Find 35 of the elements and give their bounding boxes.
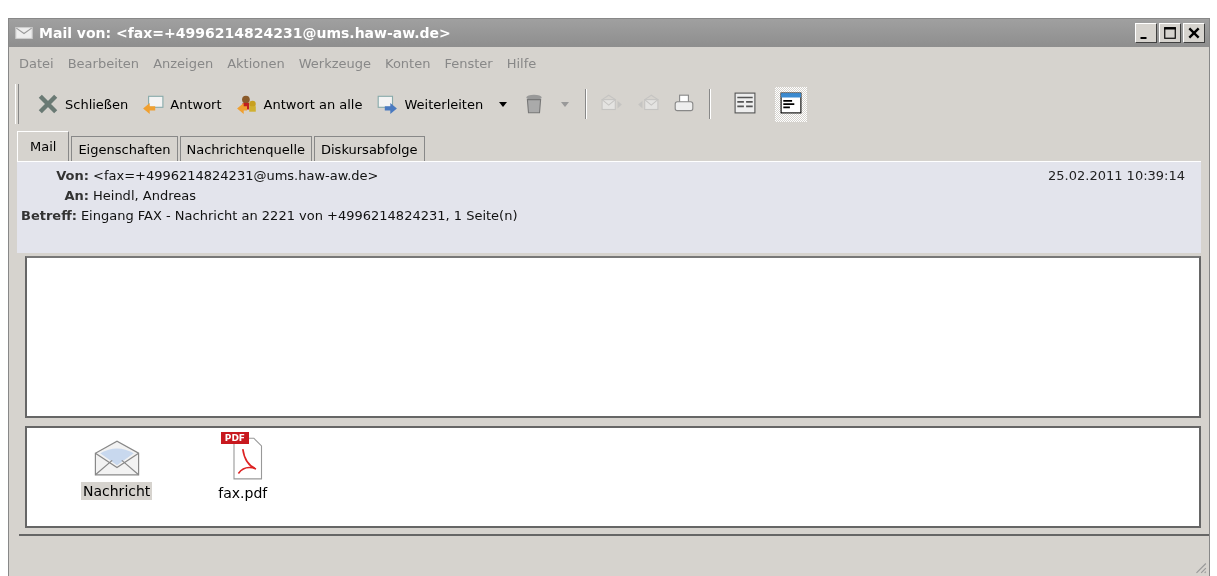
reply-all-icon (235, 93, 258, 115)
field-value: Heindl, Andreas (93, 188, 196, 203)
minimize-button[interactable] (1135, 23, 1157, 43)
reply-button[interactable]: Antwort (138, 90, 226, 118)
envelope-icon (15, 27, 33, 39)
tab[interactable]: Mail (17, 131, 70, 161)
field-value: Eingang FAX - Nachricht an 2221 von +4996214824231, 1 Seite(n) (80, 208, 518, 223)
field-label: An: (63, 188, 89, 203)
attachment-name[interactable]: Nachricht (81, 482, 153, 500)
dropdown-arrow-icon[interactable] (499, 101, 508, 107)
field-label: Von: (55, 168, 89, 183)
reply-icon (142, 93, 165, 115)
layout-icon (780, 91, 803, 114)
maximize-button[interactable] (1159, 23, 1181, 43)
close-icon (1187, 26, 1201, 40)
resize-grip-icon[interactable] (1193, 560, 1207, 574)
field-value: <fax=+4996214824231@ums.haw-aw.de> (93, 168, 379, 183)
forward-icon (376, 93, 399, 115)
tab[interactable]: Nachrichtenquelle (179, 136, 312, 161)
tab[interactable]: Eigenschaften (71, 136, 178, 161)
message-date: 25.02.2011 10:39:14 (1048, 168, 1185, 183)
reply-all-button[interactable]: Antwort an alle (231, 90, 367, 118)
layout-icon (734, 91, 757, 114)
close-button[interactable] (1183, 23, 1205, 43)
attachment-name[interactable]: fax.pdf (216, 484, 270, 502)
layout-button[interactable] (775, 86, 808, 122)
close-button[interactable]: Schließen (33, 90, 133, 118)
forward-button[interactable]: Weiterleiten (372, 90, 488, 118)
tab[interactable]: Diskursabfolge (314, 136, 425, 161)
close-icon (37, 93, 59, 115)
envelope-icon (92, 438, 141, 478)
minimize-icon (1140, 37, 1147, 39)
field-label: Betreff: (21, 208, 77, 223)
maximize-icon (1163, 26, 1177, 40)
window-title: Mail von: <fax=+4996214824231@ums.haw-aw.de> (39, 25, 452, 41)
